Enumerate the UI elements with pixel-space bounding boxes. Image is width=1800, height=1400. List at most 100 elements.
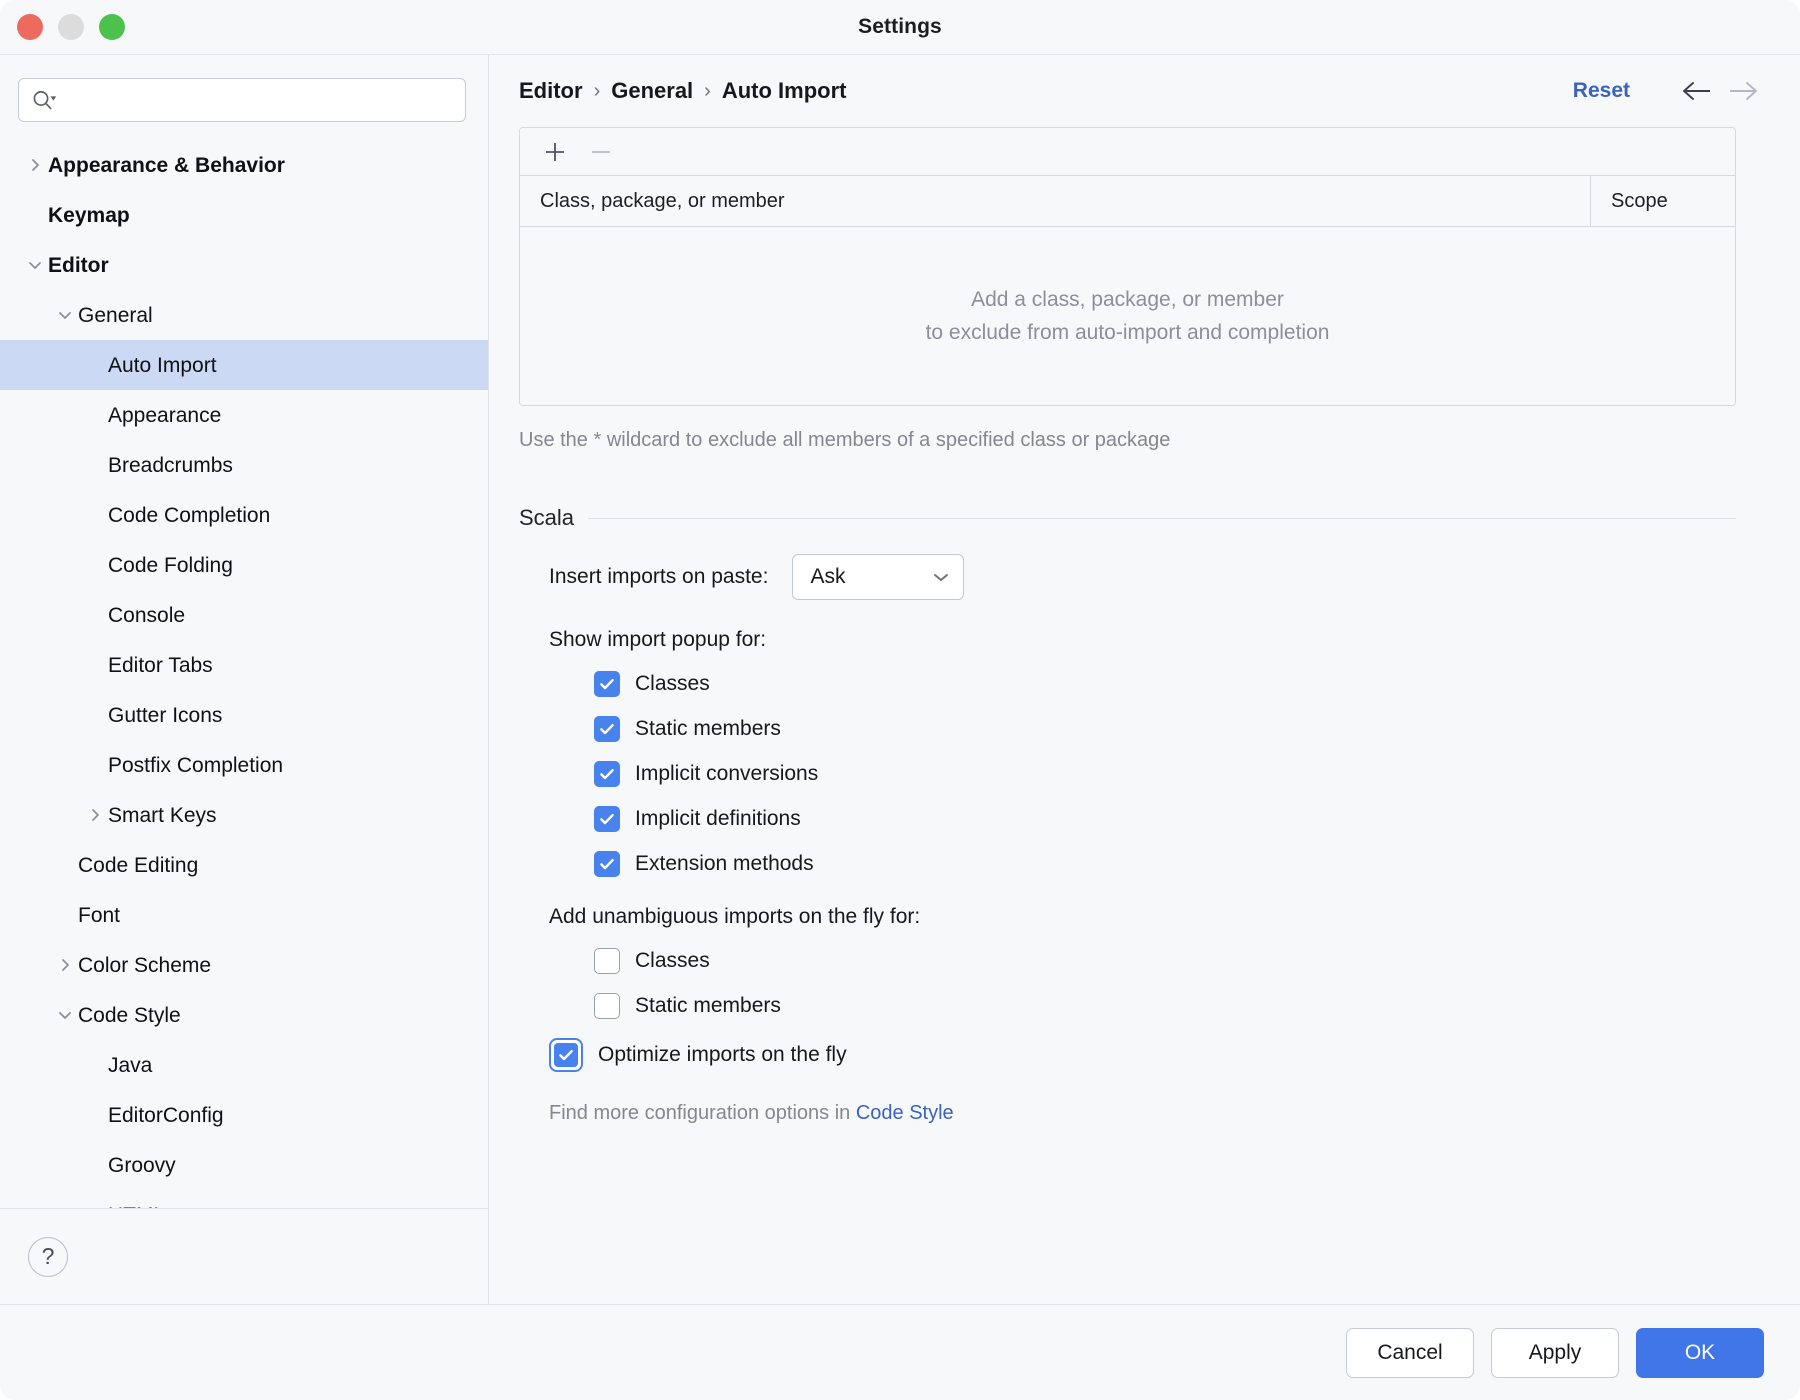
sidebar-item-general[interactable]: General xyxy=(0,290,488,340)
settings-tree[interactable]: Appearance & Behavior Keymap Editor General… xyxy=(0,140,488,1208)
checkbox-static-members[interactable] xyxy=(594,716,620,742)
sidebar-item-code-editing[interactable]: Code Editing xyxy=(0,840,488,890)
group-divider xyxy=(588,518,1736,519)
chevron-right-icon[interactable] xyxy=(82,805,108,825)
checkbox-implicit-conversions[interactable] xyxy=(594,761,620,787)
optimize-imports-row[interactable]: Optimize imports on the fly xyxy=(519,1038,1736,1072)
optimize-imports-checkbox[interactable] xyxy=(549,1038,583,1072)
sidebar-item-label: Appearance xyxy=(108,405,221,426)
settings-dialog: Settings Appearance & BehaviorKeymapEdit xyxy=(0,0,1800,1400)
checkbox-row-classes[interactable]: Classes xyxy=(519,948,1736,974)
sidebar-item-console[interactable]: Console xyxy=(0,590,488,640)
dialog-body: Appearance & Behavior Keymap Editor General… xyxy=(0,54,1800,1304)
sidebar-item-editor[interactable]: Editor xyxy=(0,240,488,290)
sidebar-item-appearance-behavior[interactable]: Appearance & Behavior xyxy=(0,140,488,190)
checkbox-label: Classes xyxy=(635,949,710,973)
scala-group-title: Scala xyxy=(519,505,574,531)
cancel-button[interactable]: Cancel xyxy=(1346,1328,1474,1378)
sidebar-item-code-folding[interactable]: Code Folding xyxy=(0,540,488,590)
check-icon xyxy=(557,1046,575,1064)
chevron-down-icon[interactable] xyxy=(52,305,78,325)
breadcrumb-item-2: Auto Import xyxy=(722,78,847,104)
main-scroll-area: Class, package, or member Scope Add a cl… xyxy=(489,127,1800,1304)
sidebar-item-label: Appearance & Behavior xyxy=(48,155,285,176)
column-header-scope: Scope xyxy=(1590,176,1735,226)
empty-state-line-1: Add a class, package, or member xyxy=(971,288,1284,312)
reset-button[interactable]: Reset xyxy=(1573,79,1630,103)
sidebar-item-code-style[interactable]: Code Style xyxy=(0,990,488,1040)
forward-arrow-icon xyxy=(1720,78,1766,104)
exclusion-table: Class, package, or member Scope Add a cl… xyxy=(519,127,1736,406)
sidebar-item-keymap[interactable]: Keymap xyxy=(0,190,488,240)
scala-fields: Insert imports on paste: Ask Show import… xyxy=(489,554,1770,1125)
checkbox-label: Classes xyxy=(635,672,710,696)
sidebar-item-label: Editor xyxy=(48,255,109,276)
settings-sidebar: Appearance & Behavior Keymap Editor General… xyxy=(0,55,489,1304)
chevron-down-icon[interactable] xyxy=(22,255,48,275)
sidebar-item-label: Java xyxy=(108,1055,152,1076)
sidebar-item-label: Postfix Completion xyxy=(108,755,283,776)
sidebar-item-gutter-icons[interactable]: Gutter Icons xyxy=(0,690,488,740)
sidebar-item-label: Code Style xyxy=(78,1005,181,1026)
insert-imports-select[interactable]: Ask xyxy=(792,554,964,600)
chevron-right-icon[interactable] xyxy=(22,155,48,175)
sidebar-item-java[interactable]: Java xyxy=(0,1040,488,1090)
breadcrumb-separator-icon: › xyxy=(704,80,711,103)
breadcrumb: Editor › General › Auto Import xyxy=(519,78,847,104)
checkbox-static-members[interactable] xyxy=(594,993,620,1019)
chevron-down-icon[interactable] xyxy=(52,1005,78,1025)
chevron-right-icon[interactable] xyxy=(52,955,78,975)
checkbox-row-implicit-conversions[interactable]: Implicit conversions xyxy=(519,761,1736,787)
breadcrumb-bar: Editor › General › Auto Import Reset xyxy=(489,55,1800,127)
sidebar-item-label: Code Editing xyxy=(78,855,198,876)
breadcrumb-item-0[interactable]: Editor xyxy=(519,78,583,104)
search-input[interactable] xyxy=(63,79,453,121)
show-popup-label: Show import popup for: xyxy=(519,628,1736,652)
sidebar-item-label: Smart Keys xyxy=(108,805,217,826)
sidebar-item-code-completion[interactable]: Code Completion xyxy=(0,490,488,540)
sidebar-item-postfix-completion[interactable]: Postfix Completion xyxy=(0,740,488,790)
title-bar: Settings xyxy=(0,0,1800,54)
ok-button[interactable]: OK xyxy=(1636,1328,1764,1378)
sidebar-item-html[interactable]: HTML xyxy=(0,1190,488,1208)
checkbox-extension-methods[interactable] xyxy=(594,851,620,877)
code-style-link[interactable]: Code Style xyxy=(856,1102,954,1124)
checkbox-label: Static members xyxy=(635,994,781,1018)
sidebar-item-font[interactable]: Font xyxy=(0,890,488,940)
unambiguous-label: Add unambiguous imports on the fly for: xyxy=(519,905,1736,929)
sidebar-item-label: Keymap xyxy=(48,205,130,226)
sidebar-item-label: Code Completion xyxy=(108,505,270,526)
check-icon xyxy=(598,675,616,693)
checkbox-row-classes[interactable]: Classes xyxy=(519,671,1736,697)
checkbox-row-static-members[interactable]: Static members xyxy=(519,993,1736,1019)
sidebar-item-groovy[interactable]: Groovy xyxy=(0,1140,488,1190)
check-icon xyxy=(598,765,616,783)
sidebar-item-editor-tabs[interactable]: Editor Tabs xyxy=(0,640,488,690)
empty-state-line-2: to exclude from auto-import and completi… xyxy=(926,321,1330,345)
window-title: Settings xyxy=(0,15,1800,39)
back-arrow-icon[interactable] xyxy=(1674,78,1720,104)
sidebar-item-editorconfig[interactable]: EditorConfig xyxy=(0,1090,488,1140)
sidebar-item-smart-keys[interactable]: Smart Keys xyxy=(0,790,488,840)
help-button[interactable]: ? xyxy=(28,1237,68,1277)
unambiguous-checkbox-group: Classes Static members xyxy=(519,948,1736,1019)
breadcrumb-separator-icon: › xyxy=(594,80,601,103)
checkbox-classes[interactable] xyxy=(594,671,620,697)
sidebar-item-breadcrumbs[interactable]: Breadcrumbs xyxy=(0,440,488,490)
checkbox-row-static-members[interactable]: Static members xyxy=(519,716,1736,742)
exclusion-empty-state: Add a class, package, or member to exclu… xyxy=(520,227,1735,405)
sidebar-item-color-scheme[interactable]: Color Scheme xyxy=(0,940,488,990)
checkbox-classes[interactable] xyxy=(594,948,620,974)
sidebar-item-appearance[interactable]: Appearance xyxy=(0,390,488,440)
sidebar-item-label: Gutter Icons xyxy=(108,705,222,726)
sidebar-item-auto-import[interactable]: Auto Import xyxy=(0,340,488,390)
checkbox-row-extension-methods[interactable]: Extension methods xyxy=(519,851,1736,877)
breadcrumb-item-1[interactable]: General xyxy=(611,78,693,104)
search-box[interactable] xyxy=(18,78,466,122)
checkbox-row-implicit-definitions[interactable]: Implicit definitions xyxy=(519,806,1736,832)
check-icon xyxy=(598,810,616,828)
apply-button[interactable]: Apply xyxy=(1491,1328,1619,1378)
sidebar-item-label: Editor Tabs xyxy=(108,655,213,676)
add-exclusion-button[interactable] xyxy=(535,132,575,172)
checkbox-implicit-definitions[interactable] xyxy=(594,806,620,832)
